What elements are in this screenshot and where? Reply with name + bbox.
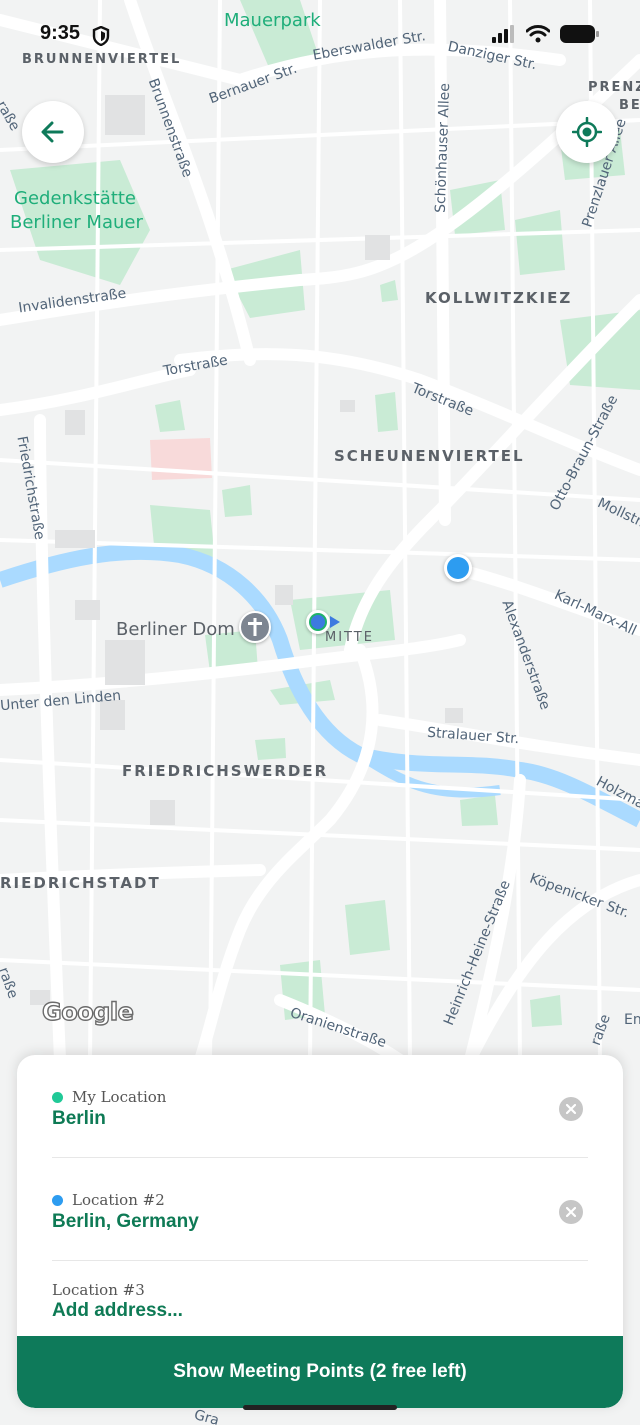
wifi-icon [526, 25, 550, 43]
poi-label-berliner-dom: Berliner Dom [116, 619, 235, 640]
signal-icon [492, 25, 514, 43]
add-address-field[interactable]: Add address... [52, 1300, 183, 1322]
park-label-gedenkstaette: Gedenkstätte [14, 188, 137, 209]
close-icon [566, 1207, 576, 1217]
location-value[interactable]: Berlin, Germany [52, 1211, 199, 1233]
status-bar: 9:35 [0, 0, 640, 70]
google-attribution: Google [41, 997, 134, 1026]
location-row-2[interactable]: Location #2 Berlin, Germany [17, 1158, 623, 1261]
my-location-button[interactable] [556, 101, 618, 163]
district-label-friedrichstadt: RIEDRICHSTADT [0, 874, 161, 892]
street-label: En [624, 1012, 640, 1028]
clear-location-1-button[interactable] [559, 1097, 583, 1121]
district-label-friedrichswerder: FRIEDRICHSWERDER [122, 762, 329, 780]
my-location-marker[interactable] [306, 610, 330, 634]
district-label-kollwitzkiez: KOLLWITZKIEZ [425, 289, 573, 307]
status-dot [52, 1194, 63, 1206]
show-meeting-points-button[interactable]: Show Meeting Points (2 free left) [17, 1336, 623, 1408]
battery-icon [560, 25, 599, 43]
shield-icon [92, 26, 110, 46]
home-indicator [243, 1405, 397, 1410]
status-icons [492, 24, 600, 44]
district-label-mitte: MITTE [325, 630, 374, 645]
location-caption: Location #3 [52, 1281, 145, 1299]
location-caption: My Location [52, 1088, 166, 1106]
back-button[interactable] [22, 101, 84, 163]
heading-arrow-icon [330, 616, 340, 628]
location-caption-text: Location #2 [72, 1191, 165, 1209]
cross-icon [248, 618, 262, 636]
location-row-1[interactable]: My Location Berlin [17, 1055, 623, 1158]
back-arrow-icon [41, 121, 64, 143]
park-label-berliner-mauer: Berliner Mauer [10, 212, 143, 233]
close-icon [566, 1104, 576, 1114]
poi-marker-berliner-dom[interactable] [239, 611, 271, 643]
locations-panel: My Location Berlin Location #2 Berlin, G… [17, 1055, 623, 1408]
location-2-marker[interactable] [444, 554, 472, 582]
location-caption: Location #2 [52, 1191, 165, 1209]
location-value[interactable]: Berlin [52, 1108, 106, 1130]
location-caption-text: My Location [72, 1088, 167, 1106]
district-label-prenzlauer: PRENZ [588, 80, 640, 95]
status-time: 9:35 [40, 22, 81, 44]
district-label-scheunenviertel: SCHEUNENVIERTEL [334, 447, 525, 465]
location-caption-text: Location #3 [52, 1281, 145, 1299]
clear-location-2-button[interactable] [559, 1200, 583, 1224]
my-location-icon [572, 117, 602, 147]
status-dot [52, 1091, 63, 1103]
district-label-prenzlauer-2: BE [619, 98, 640, 113]
